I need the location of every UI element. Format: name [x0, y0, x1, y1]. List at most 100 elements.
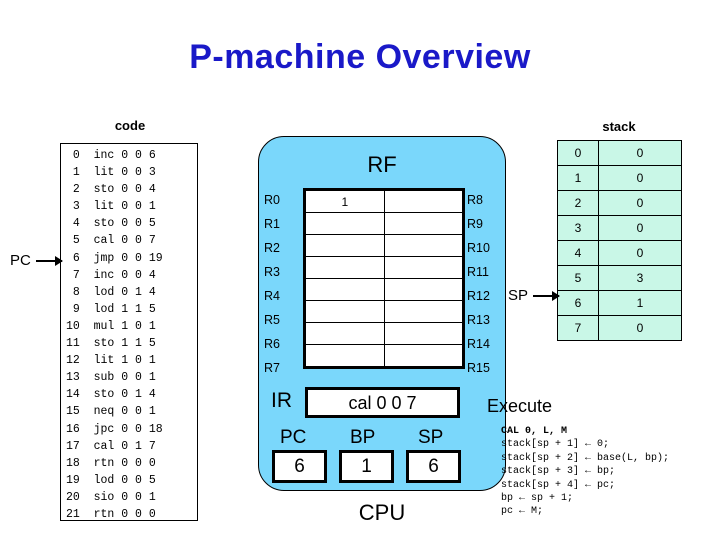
stack-index-cell: 7 — [557, 315, 599, 341]
register-cell[interactable] — [305, 278, 385, 301]
register-label: R1 — [264, 217, 280, 231]
register-file-table: 1 — [305, 190, 464, 367]
register-cell[interactable] — [383, 322, 464, 345]
cpu-caption: CPU — [358, 500, 406, 525]
execute-code-line: CAL 0, L, M — [501, 426, 568, 437]
register-label: R11 — [467, 265, 490, 279]
stack-value-cell[interactable]: 0 — [598, 315, 682, 341]
code-line: 7 inc 0 0 4 — [66, 268, 156, 282]
stack-index-cell: 4 — [557, 240, 599, 266]
execute-pseudocode: CAL 0, L, M stack[sp + 1] ← 0; stack[sp + … — [501, 425, 716, 519]
register-file-left-labels: R0 R1 R2 R3 R4 R5 R6 R7 — [264, 188, 280, 380]
register-cell[interactable] — [305, 300, 385, 323]
register-file-right-labels: R8 R9 R10 R11 R12 R13 R14 R15 — [467, 188, 490, 380]
register-file-grid: 1 — [303, 188, 465, 369]
cpu-pc-value: 6 — [272, 450, 327, 483]
stack-table: 0010203040536170 — [557, 140, 682, 341]
register-cell[interactable] — [383, 256, 464, 279]
code-line: 12 lit 1 0 1 — [66, 354, 156, 368]
code-line: 18 rtn 0 0 0 — [66, 456, 156, 470]
code-line: 11 sto 1 1 5 — [66, 337, 156, 351]
register-cell[interactable] — [383, 300, 464, 323]
stack-index-cell: 5 — [557, 265, 599, 291]
arrow-right-icon — [35, 255, 63, 266]
register-label: R2 — [264, 241, 280, 255]
cpu-sp-value: 6 — [406, 450, 461, 483]
register-file-row — [305, 234, 464, 257]
code-line: 10 mul 1 0 1 — [66, 319, 156, 333]
register-cell[interactable] — [383, 278, 464, 301]
stack-index-cell: 1 — [557, 165, 599, 191]
register-cell[interactable] — [383, 344, 464, 367]
stack-index-cell: 3 — [557, 215, 599, 241]
stack-index-cell: 2 — [557, 190, 599, 216]
register-cell[interactable]: 1 — [305, 190, 385, 213]
code-line: 5 cal 0 0 7 — [66, 234, 156, 248]
execute-code-line: pc ← M; — [501, 506, 544, 518]
code-line: 2 sto 0 0 4 — [66, 183, 156, 197]
ir-value: cal 0 0 7 — [305, 387, 460, 418]
stack-row: 61 — [557, 290, 682, 316]
code-listing: 0 inc 0 0 6 1 lit 0 0 3 2 sto 0 0 4 3 li… — [60, 143, 198, 521]
page-title: P-machine Overview — [189, 38, 531, 76]
stack-value-cell[interactable]: 0 — [598, 140, 682, 166]
register-cell[interactable] — [305, 256, 385, 279]
stack-value-cell[interactable]: 0 — [598, 240, 682, 266]
register-label: R13 — [467, 313, 490, 327]
register-file-row — [305, 300, 464, 323]
stack-row: 30 — [557, 215, 682, 241]
register-label: R5 — [264, 313, 280, 327]
stack-value-cell[interactable]: 0 — [598, 190, 682, 216]
stack-value-cell[interactable]: 0 — [598, 165, 682, 191]
stack-value-cell[interactable]: 0 — [598, 215, 682, 241]
code-line: 13 sub 0 0 1 — [66, 371, 156, 385]
cpu-bp-label: BP — [350, 427, 376, 448]
register-cell[interactable] — [383, 234, 464, 257]
register-file-row — [305, 212, 464, 235]
code-panel-heading: code — [114, 118, 146, 133]
cpu-pc-label: PC — [280, 427, 307, 448]
register-label: R0 — [264, 193, 280, 207]
register-cell[interactable] — [383, 190, 464, 213]
register-label: R10 — [467, 241, 490, 255]
stack-row: 53 — [557, 265, 682, 291]
code-line: 16 jpc 0 0 18 — [66, 422, 163, 436]
execute-code-line: stack[sp + 3] ← bp; — [501, 466, 616, 478]
execute-code-line: stack[sp + 4] ← pc; — [501, 479, 616, 491]
register-label: R4 — [264, 289, 280, 303]
register-file-title: RF — [367, 152, 397, 177]
register-file-row — [305, 344, 464, 367]
stack-sp-pointer: SP — [508, 287, 561, 304]
code-pc-pointer: PC — [10, 252, 63, 269]
stack-row: 70 — [557, 315, 682, 341]
register-label: R15 — [467, 361, 490, 375]
stack-row: 10 — [557, 165, 682, 191]
register-cell[interactable] — [383, 212, 464, 235]
cpu-sp-label: SP — [418, 427, 444, 448]
register-cell[interactable] — [305, 212, 385, 235]
code-line: 6 jmp 0 0 19 — [66, 251, 163, 265]
register-cell[interactable] — [305, 234, 385, 257]
stack-sp-pointer-label: SP — [508, 287, 529, 304]
register-label: R3 — [264, 265, 280, 279]
code-line: 21 rtn 0 0 0 — [66, 507, 156, 521]
register-cell[interactable] — [305, 344, 385, 367]
code-line: 14 sto 0 1 4 — [66, 388, 156, 402]
stack-row: 40 — [557, 240, 682, 266]
code-line: 15 neq 0 0 1 — [66, 405, 156, 419]
stack-index-cell: 0 — [557, 140, 599, 166]
stack-index-cell: 6 — [557, 290, 599, 316]
code-line: 9 lod 1 1 5 — [66, 302, 156, 316]
stack-value-cell[interactable]: 3 — [598, 265, 682, 291]
arrow-right-icon — [533, 290, 561, 301]
register-file-row: 1 — [305, 190, 464, 213]
register-file-row — [305, 278, 464, 301]
register-label: R7 — [264, 361, 280, 375]
register-file-row — [305, 256, 464, 279]
ir-label: IR — [271, 389, 292, 412]
code-pc-pointer-label: PC — [10, 252, 31, 269]
stack-value-cell[interactable]: 1 — [598, 290, 682, 316]
register-file-row — [305, 322, 464, 345]
execute-code-line: stack[sp + 1] ← 0; — [501, 439, 610, 451]
register-cell[interactable] — [305, 322, 385, 345]
